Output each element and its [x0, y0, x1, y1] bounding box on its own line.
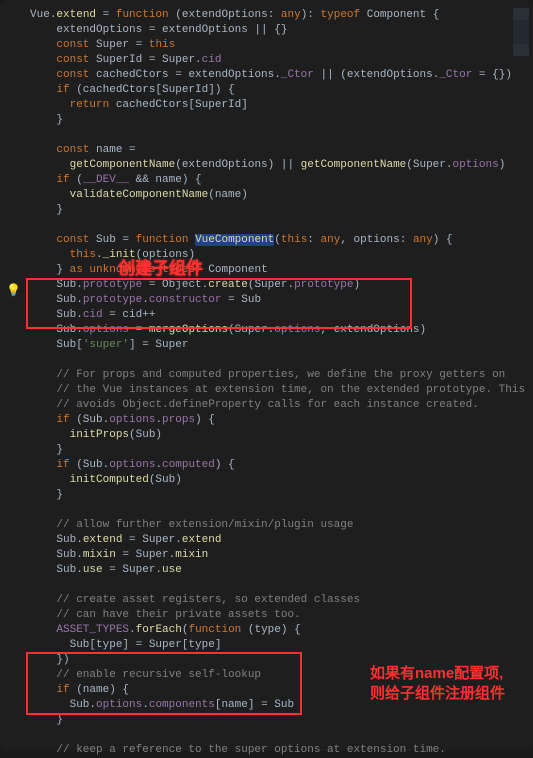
- code-editor[interactable]: 💡 Vue.extend = function (extendOptions: …: [0, 0, 533, 751]
- code-line: if (name) {: [12, 683, 533, 698]
- code-line: getComponentName(extendOptions) || getCo…: [12, 158, 533, 173]
- code-line: // enable recursive self-lookup: [12, 668, 533, 683]
- code-line: const Sub = function VueComponent(this: …: [12, 233, 533, 248]
- code-line: }: [12, 488, 533, 503]
- code-line: Sub.mixin = Super.mixin: [12, 548, 533, 563]
- code-line: // can have their private assets too.: [12, 608, 533, 623]
- lightbulb-icon[interactable]: 💡: [6, 283, 21, 298]
- code-line: [12, 728, 533, 743]
- code-line: // the Vue instances at extension time, …: [12, 383, 533, 398]
- code-line: if (__DEV__ && name) {: [12, 173, 533, 188]
- code-line: Sub.prototype = Object.create(Super.prot…: [12, 278, 533, 293]
- code-line: Sub.cid = cid++: [12, 308, 533, 323]
- code-line: this._init(options): [12, 248, 533, 263]
- code-line: extendOptions = extendOptions || {}: [12, 23, 533, 38]
- code-line: validateComponentName(name): [12, 188, 533, 203]
- code-line: const name =: [12, 143, 533, 158]
- code-line: Sub.use = Super.use: [12, 563, 533, 578]
- code-line: }: [12, 203, 533, 218]
- code-line: }): [12, 653, 533, 668]
- code-line: // create asset registers, so extended c…: [12, 593, 533, 608]
- code-line: }: [12, 713, 533, 728]
- code-line: Sub.extend = Super.extend: [12, 533, 533, 548]
- code-line: }: [12, 443, 533, 458]
- code-line: [12, 503, 533, 518]
- code-line: const cachedCtors = extendOptions._Ctor …: [12, 68, 533, 83]
- code-line: [12, 218, 533, 233]
- code-line: if (cachedCtors[SuperId]) {: [12, 83, 533, 98]
- code-line: [12, 578, 533, 593]
- code-line: Vue.extend = function (extendOptions: an…: [12, 8, 533, 23]
- code-line: // For props and computed properties, we…: [12, 368, 533, 383]
- code-line: const SuperId = Super.cid: [12, 53, 533, 68]
- code-line: const Super = this: [12, 38, 533, 53]
- code-line: initComputed(Sub): [12, 473, 533, 488]
- minimap[interactable]: [513, 8, 529, 128]
- code-line: [12, 353, 533, 368]
- code-line: // avoids Object.defineProperty calls fo…: [12, 398, 533, 413]
- code-line: if (Sub.options.computed) {: [12, 458, 533, 473]
- code-line: } as unknown as typeof Component: [12, 263, 533, 278]
- code-line: [12, 128, 533, 143]
- code-line: initProps(Sub): [12, 428, 533, 443]
- code-line: // allow further extension/mixin/plugin …: [12, 518, 533, 533]
- code-line: }: [12, 113, 533, 128]
- code-line: Sub.prototype.constructor = Sub: [12, 293, 533, 308]
- code-line: if (Sub.options.props) {: [12, 413, 533, 428]
- code-line: Sub[type] = Super[type]: [12, 638, 533, 653]
- code-line: ASSET_TYPES.forEach(function (type) {: [12, 623, 533, 638]
- code-line: Sub.options.components[name] = Sub: [12, 698, 533, 713]
- code-line: Sub['super'] = Super: [12, 338, 533, 353]
- code-line: return cachedCtors[SuperId]: [12, 98, 533, 113]
- code-line: Sub.options = mergeOptions(Super.options…: [12, 323, 533, 338]
